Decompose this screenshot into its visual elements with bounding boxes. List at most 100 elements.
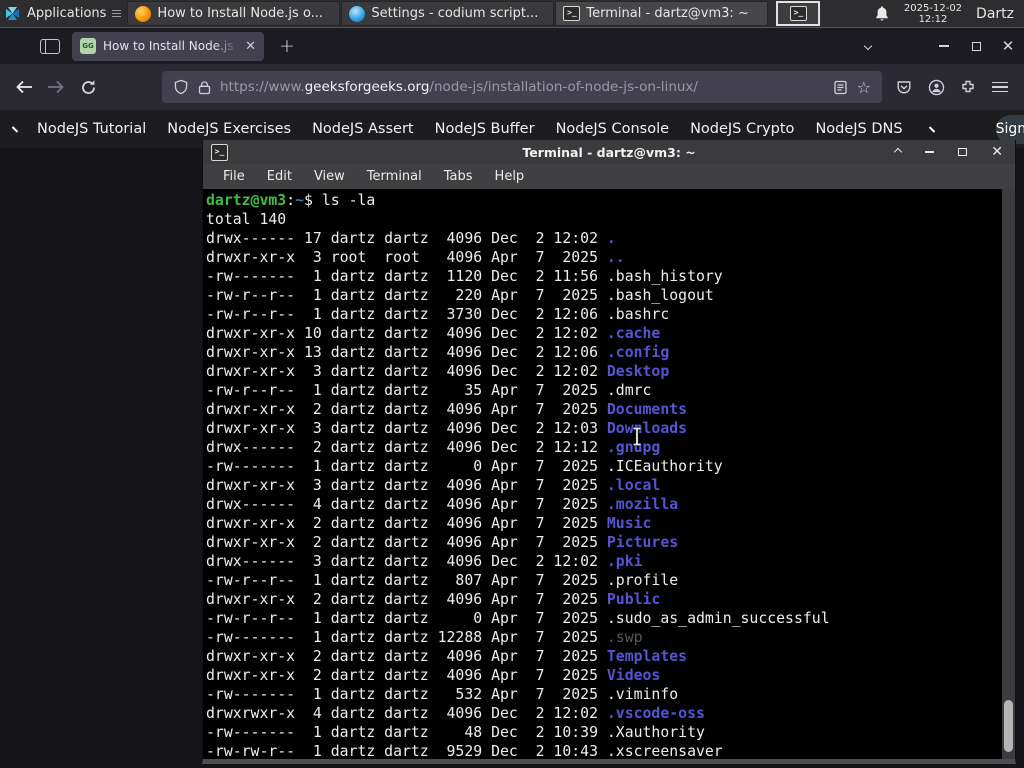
menu-view[interactable]: View bbox=[303, 169, 356, 184]
reader-view-icon[interactable] bbox=[833, 80, 848, 95]
terminal-window: >_ Terminal - dartz@vm3: ~ ✕ File Edit V… bbox=[202, 140, 1016, 764]
window-close-button[interactable]: ✕ bbox=[992, 32, 1024, 60]
prompt-user-host: dartz@vm3 bbox=[206, 192, 287, 209]
desktop: Applications How to Install Node.js o...… bbox=[0, 0, 1024, 768]
chevron-down-icon bbox=[863, 41, 873, 51]
firefox-icon bbox=[135, 5, 152, 22]
forward-arrow-icon bbox=[48, 80, 64, 94]
terminal-line: drwxr-xr-x 2 dartz dartz 4096 Apr 7 2025… bbox=[206, 534, 679, 551]
terminal-line: drwxr-xr-x 2 dartz dartz 4096 Apr 7 2025… bbox=[206, 591, 661, 608]
scrollbar-thumb[interactable] bbox=[1004, 700, 1013, 752]
panel-handle-icon bbox=[112, 8, 122, 19]
terminal-line: drwxr-xr-x 3 dartz dartz 4096 Apr 7 2025… bbox=[206, 477, 661, 494]
window-minimize-button[interactable] bbox=[928, 32, 960, 60]
menu-help[interactable]: Help bbox=[484, 169, 536, 184]
nav-scroll-left-icon[interactable] bbox=[11, 125, 19, 133]
applications-menu-button[interactable]: Applications bbox=[0, 0, 126, 27]
terminal-line: -rw------- 1 dartz dartz 12288 Apr 7 202… bbox=[206, 629, 643, 646]
terminal-close-button[interactable]: ✕ bbox=[991, 145, 1003, 159]
new-tab-button[interactable]: + bbox=[279, 35, 295, 57]
top-panel: Applications How to Install Node.js o...… bbox=[0, 0, 1024, 27]
reload-icon bbox=[81, 79, 95, 94]
terminal-line: -rw-r--r-- 1 dartz dartz 0 Apr 7 2025 .s… bbox=[206, 610, 830, 627]
url-bar[interactable]: https://www.geeksforgeeks.org/node-js/in… bbox=[162, 71, 882, 103]
reload-button[interactable] bbox=[72, 71, 104, 103]
url-scheme: https://www. bbox=[220, 79, 305, 95]
list-all-tabs-button[interactable] bbox=[852, 32, 884, 60]
terminal-line: drwx------ 2 dartz dartz 4096 Dec 2 12:1… bbox=[206, 439, 661, 456]
applications-logo-icon bbox=[6, 7, 19, 20]
nav-item-console[interactable]: NodeJS Console bbox=[556, 121, 670, 137]
tab-close-icon[interactable]: ✕ bbox=[245, 39, 256, 54]
terminal-title-bar[interactable]: >_ Terminal - dartz@vm3: ~ ✕ bbox=[203, 140, 1015, 164]
menu-terminal[interactable]: Terminal bbox=[356, 169, 433, 184]
app-menu-button[interactable] bbox=[984, 71, 1016, 103]
terminal-line: -rw-r--r-- 1 dartz dartz 3730 Dec 2 12:0… bbox=[206, 306, 670, 323]
menu-edit[interactable]: Edit bbox=[256, 169, 303, 184]
clock-date: 2025-12-02 bbox=[903, 2, 963, 14]
shield-icon[interactable] bbox=[173, 79, 189, 95]
url-domain: geeksforgeeks.org bbox=[304, 79, 430, 95]
terminal-line: drwxr-xr-x 2 dartz dartz 4096 Apr 7 2025… bbox=[206, 401, 688, 418]
taskbar-button-codium[interactable]: Settings - codium script... bbox=[341, 1, 555, 26]
terminal-icon: >_ bbox=[563, 6, 581, 21]
nav-item-buffer[interactable]: NodeJS Buffer bbox=[435, 121, 535, 137]
nav-item-exercises[interactable]: NodeJS Exercises bbox=[167, 121, 291, 137]
terminal-line: drwxrwxr-x 4 dartz dartz 4096 Dec 2 12:0… bbox=[206, 705, 705, 722]
terminal-line: drwxr-xr-x 3 dartz dartz 4096 Dec 2 12:0… bbox=[206, 363, 670, 380]
firefox-view-icon[interactable] bbox=[40, 38, 60, 54]
menu-tabs[interactable]: Tabs bbox=[433, 169, 484, 184]
taskbar-button-terminal[interactable]: >_ Terminal - dartz@vm3: ~ bbox=[555, 1, 769, 26]
navigation-toolbar: https://www.geeksforgeeks.org/node-js/in… bbox=[0, 64, 1024, 110]
terminal-minimize-button[interactable] bbox=[925, 151, 935, 153]
prompt-path: ~ bbox=[295, 192, 305, 209]
clock-time: 12:12 bbox=[918, 13, 948, 25]
terminal-line: -rw-rw-r-- 1 dartz dartz 9529 Dec 2 10:4… bbox=[206, 743, 723, 759]
url-text[interactable]: https://www.geeksforgeeks.org/node-js/in… bbox=[220, 79, 698, 95]
tab-title: How to Install Node.js on bbox=[103, 39, 239, 53]
back-arrow-icon bbox=[16, 80, 32, 94]
nav-item-crypto[interactable]: NodeJS Crypto bbox=[690, 121, 794, 137]
account-button[interactable] bbox=[920, 71, 952, 103]
terminal-line: drwx------ 17 dartz dartz 4096 Dec 2 12:… bbox=[206, 230, 616, 247]
pocket-button[interactable] bbox=[888, 71, 920, 103]
nav-scroll-right-icon[interactable] bbox=[928, 125, 935, 133]
terminal-icon: >_ bbox=[789, 6, 807, 21]
text-cursor-pointer bbox=[631, 426, 643, 450]
panel-clock[interactable]: 2025-12-02 12:12 bbox=[904, 3, 962, 25]
bookmark-star-icon[interactable]: ☆ bbox=[857, 78, 871, 97]
back-button[interactable] bbox=[8, 71, 40, 103]
applications-label: Applications bbox=[27, 6, 107, 21]
nav-item-tutorial[interactable]: NodeJS Tutorial bbox=[37, 121, 146, 137]
workspace-switcher[interactable]: >_ bbox=[776, 1, 821, 26]
terminal-output: dartz@vm3:~$ ls -la total 140 drwx------… bbox=[206, 189, 1000, 759]
menu-file[interactable]: File bbox=[212, 169, 256, 184]
prompt-command: ls -la bbox=[312, 192, 376, 209]
extensions-button[interactable] bbox=[952, 71, 984, 103]
forward-button[interactable] bbox=[40, 71, 72, 103]
nav-item-assert[interactable]: NodeJS Assert bbox=[312, 121, 414, 137]
tab-active[interactable]: GG How to Install Node.js on ✕ bbox=[72, 31, 264, 61]
notification-bell-icon[interactable] bbox=[874, 5, 890, 22]
terminal-line: drwxr-xr-x 3 root root 4096 Apr 7 2025 .… bbox=[206, 249, 625, 266]
gfg-favicon: GG bbox=[80, 38, 96, 54]
shade-window-icon[interactable] bbox=[894, 147, 903, 157]
codium-icon bbox=[349, 5, 366, 22]
terminal-line: -rw------- 1 dartz dartz 1120 Dec 2 11:5… bbox=[206, 268, 723, 285]
hamburger-menu-icon bbox=[992, 79, 1008, 96]
taskbar-button-firefox[interactable]: How to Install Node.js o... bbox=[127, 1, 341, 26]
terminal-line: -rw-r--r-- 1 dartz dartz 220 Apr 7 2025 … bbox=[206, 287, 714, 304]
terminal-prompt-line: dartz@vm3:~$ ls -la bbox=[206, 192, 376, 209]
nav-item-dns[interactable]: NodeJS DNS bbox=[815, 121, 902, 137]
taskbar-label: Settings - codium script... bbox=[371, 6, 539, 21]
terminal-line: drwx------ 3 dartz dartz 4096 Dec 2 12:0… bbox=[206, 553, 643, 570]
url-path: /node-js/installation-of-node-js-on-linu… bbox=[429, 79, 698, 95]
pocket-icon bbox=[897, 81, 911, 94]
window-maximize-button[interactable] bbox=[960, 32, 992, 60]
taskbar-label: How to Install Node.js o... bbox=[157, 6, 324, 21]
terminal-scrollbar[interactable] bbox=[1002, 189, 1015, 759]
terminal-body[interactable]: dartz@vm3:~$ ls -la total 140 drwx------… bbox=[203, 189, 1015, 759]
lock-icon[interactable] bbox=[198, 80, 211, 95]
terminal-line: drwxr-xr-x 2 dartz dartz 4096 Apr 7 2025… bbox=[206, 648, 688, 665]
terminal-maximize-button[interactable] bbox=[958, 148, 968, 156]
